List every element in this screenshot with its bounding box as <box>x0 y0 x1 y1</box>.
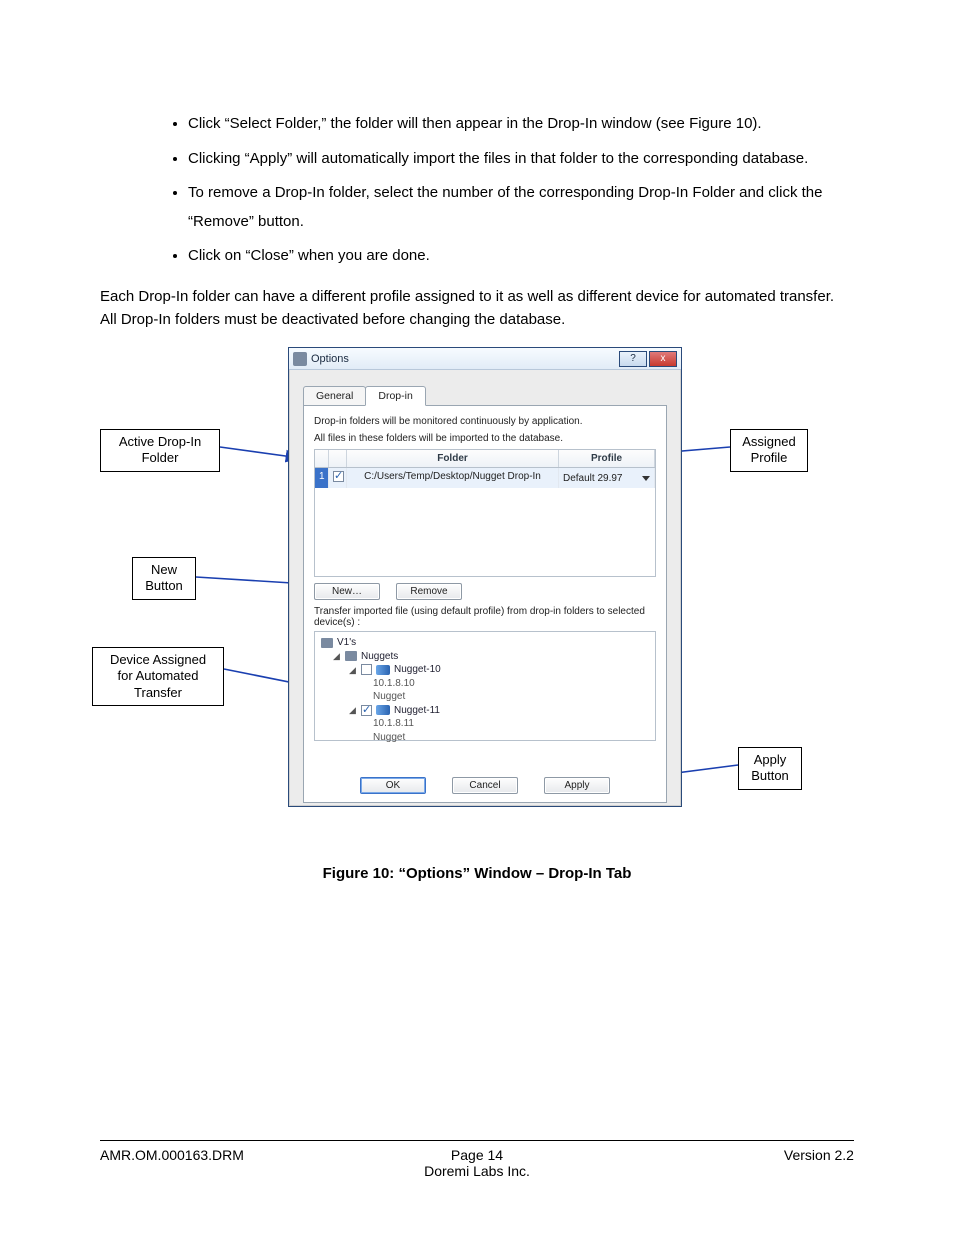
bullet-item: Clicking “Apply” will automatically impo… <box>188 145 854 174</box>
device-icon <box>376 705 390 715</box>
row-folder-path: C:/Users/Temp/Desktop/Nugget Drop-In <box>347 468 559 488</box>
dropin-folder-grid[interactable]: Folder Profile 1 C:/Users/Temp/Desktop/N… <box>314 449 656 577</box>
footer-center: Page 14 Doremi Labs Inc. <box>351 1147 602 1179</box>
row-active-checkbox[interactable] <box>329 468 347 488</box>
hint-text: Drop-in folders will be monitored contin… <box>314 416 656 429</box>
apply-button[interactable]: Apply <box>544 777 610 794</box>
grid-button-row: New… Remove <box>314 583 656 600</box>
grid-header: Folder Profile <box>315 450 655 468</box>
col-folder: Folder <box>347 450 559 467</box>
footer-doc-id: AMR.OM.000163.DRM <box>100 1147 351 1179</box>
footer-company: Doremi Labs Inc. <box>351 1163 602 1179</box>
document-page: Click “Select Folder,” the folder will t… <box>0 0 954 1235</box>
figure-caption: Figure 10: “Options” Window – Drop-In Ta… <box>100 865 854 882</box>
footer-page: Page 14 <box>351 1147 602 1163</box>
footer-version: Version 2.2 <box>603 1147 854 1179</box>
help-button[interactable]: ? <box>619 351 647 367</box>
tree-device[interactable]: ◢Nugget-10 <box>321 663 649 677</box>
device-checkbox[interactable] <box>361 664 372 675</box>
dialog-body: General Drop-in Drop-in folders will be … <box>289 370 681 813</box>
server-icon <box>321 638 333 648</box>
bullet-item: Click “Select Folder,” the folder will t… <box>188 110 854 139</box>
tree-device-type: Nugget <box>321 731 649 745</box>
row-profile-dropdown[interactable]: Default 29.97 <box>559 468 655 488</box>
tab-panel-dropin: Drop-in folders will be monitored contin… <box>303 405 667 803</box>
dialog-titlebar[interactable]: Options ? x <box>289 348 681 370</box>
row-profile-value: Default 29.97 <box>563 473 623 484</box>
hint-text: All files in these folders will be impor… <box>314 433 656 446</box>
options-dialog: Options ? x General Drop-in Drop-in fold… <box>288 347 682 807</box>
tab-strip: General Drop-in <box>303 386 667 406</box>
tree-root[interactable]: V1's <box>321 636 649 650</box>
page-footer: AMR.OM.000163.DRM Page 14 Doremi Labs In… <box>100 1140 854 1179</box>
close-button[interactable]: x <box>649 351 677 367</box>
expand-icon: ◢ <box>333 650 341 662</box>
new-button[interactable]: New… <box>314 583 380 600</box>
figure-wrapper: Active Drop-InFolder NewButton Device As… <box>100 347 854 837</box>
tree-device[interactable]: ◢Nugget-11 <box>321 704 649 718</box>
instruction-list: Click “Select Folder,” the folder will t… <box>100 110 854 271</box>
row-number[interactable]: 1 <box>315 468 329 488</box>
device-tree[interactable]: V1's ◢Nuggets ◢Nugget-10 10.1.8.10 Nugge… <box>314 631 656 741</box>
grid-row[interactable]: 1 C:/Users/Temp/Desktop/Nugget Drop-In D… <box>315 468 655 488</box>
expand-icon: ◢ <box>349 704 357 716</box>
device-checkbox[interactable] <box>361 705 372 716</box>
tree-device-ip: 10.1.8.10 <box>321 677 649 691</box>
app-icon <box>293 352 307 366</box>
dialog-title: Options <box>311 353 349 365</box>
group-icon <box>345 651 357 661</box>
body-paragraph: Each Drop-In folder can have a different… <box>100 285 854 332</box>
cancel-button[interactable]: Cancel <box>452 777 518 794</box>
remove-button[interactable]: Remove <box>396 583 462 600</box>
bullet-item: To remove a Drop-In folder, select the n… <box>188 179 854 236</box>
callout-new-button: NewButton <box>132 557 196 600</box>
tree-device-ip: 10.1.8.11 <box>321 717 649 731</box>
callout-apply-button: ApplyButton <box>738 747 802 790</box>
tree-device-type: Nugget <box>321 690 649 704</box>
tab-general[interactable]: General <box>303 386 366 406</box>
tab-dropin[interactable]: Drop-in <box>365 386 425 406</box>
callout-device-assigned: Device Assignedfor AutomatedTransfer <box>92 647 224 706</box>
transfer-label: Transfer imported file (using default pr… <box>314 606 656 628</box>
col-profile: Profile <box>559 450 655 467</box>
expand-icon: ◢ <box>349 664 357 676</box>
callout-active-dropin: Active Drop-InFolder <box>100 429 220 472</box>
tree-group[interactable]: ◢Nuggets <box>321 650 649 664</box>
callout-assigned-profile: AssignedProfile <box>730 429 808 472</box>
device-icon <box>376 665 390 675</box>
chevron-down-icon <box>642 476 650 481</box>
dialog-button-row: OK Cancel Apply <box>304 777 666 794</box>
bullet-item: Click on “Close” when you are done. <box>188 242 854 271</box>
ok-button[interactable]: OK <box>360 777 426 794</box>
